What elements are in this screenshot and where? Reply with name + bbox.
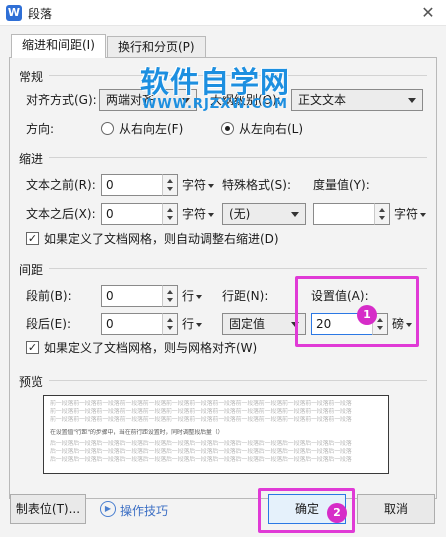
special-format-value: (无) bbox=[229, 207, 251, 221]
after-text-unit[interactable]: 字符 bbox=[182, 206, 215, 222]
chevron-down-icon bbox=[408, 98, 416, 103]
preview-prev-paragraph: 前一段落前一段落前一段落前一段落前一段落前一段落前一段落前一段落前一段落前一段落… bbox=[50, 416, 352, 423]
chevron-down-icon bbox=[291, 212, 299, 217]
measure-label: 度量值(Y): bbox=[313, 178, 370, 192]
unit-label: 字符 bbox=[182, 178, 207, 192]
special-format-select[interactable]: (无) bbox=[222, 203, 306, 225]
outline-level-value: 正文文本 bbox=[298, 93, 347, 107]
after-text-spinner[interactable] bbox=[162, 203, 178, 225]
close-button[interactable]: ✕ bbox=[418, 3, 438, 23]
measure-unit[interactable]: 字符 bbox=[394, 206, 427, 222]
line-spacing-select[interactable]: 固定值 bbox=[222, 313, 306, 335]
space-after-spinner[interactable] bbox=[162, 313, 178, 335]
arrow-up-icon[interactable] bbox=[167, 318, 173, 322]
after-text-label: 文本之后(X): bbox=[26, 207, 96, 221]
preview-box: 前一段落前一段落前一段落前一段落前一段落前一段落前一段落前一段落前一段落前一段落… bbox=[43, 395, 389, 474]
divider bbox=[19, 380, 427, 381]
space-before-label: 段前(B): bbox=[26, 289, 72, 303]
arrow-up-icon[interactable] bbox=[379, 208, 385, 212]
tips-link[interactable]: 操作技巧 bbox=[120, 502, 168, 519]
preview-next-paragraph: 后一段落后一段落后一段落后一段落后一段落后一段落后一段落后一段落后一段落后一段落… bbox=[50, 448, 352, 455]
general-section-title: 常规 bbox=[19, 68, 50, 85]
caret-down-icon bbox=[196, 322, 203, 327]
before-text-spinner[interactable] bbox=[162, 174, 178, 196]
preview-prev-paragraph: 前一段落前一段落前一段落前一段落前一段落前一段落前一段落前一段落前一段落前一段落… bbox=[50, 400, 352, 407]
caret-down-icon bbox=[196, 294, 203, 299]
direction-label: 方向: bbox=[26, 122, 55, 136]
arrow-down-icon[interactable] bbox=[379, 216, 385, 220]
arrow-down-icon[interactable] bbox=[167, 326, 173, 330]
caret-down-icon bbox=[420, 212, 427, 217]
preview-sample-text: 在设置值"行距"的步骤中，当在前行距设置时，同时调整段后量（） bbox=[50, 429, 224, 436]
before-text-label: 文本之前(R): bbox=[26, 178, 96, 192]
divider bbox=[19, 157, 427, 158]
tab-indent-spacing[interactable]: 缩进和间距(I) bbox=[11, 34, 106, 58]
divider bbox=[19, 268, 427, 269]
space-before-unit[interactable]: 行 bbox=[182, 288, 203, 304]
space-after-label: 段后(E): bbox=[26, 317, 71, 331]
spacing-grid-checkbox-label: 如果定义了文档网格，则与网格对齐(W) bbox=[44, 341, 258, 355]
tab-stops-button[interactable]: 制表位(T)... bbox=[10, 494, 86, 524]
indent-section-title: 缩进 bbox=[19, 150, 50, 167]
arrow-up-icon[interactable] bbox=[167, 179, 173, 183]
ltr-radio[interactable] bbox=[221, 122, 234, 135]
step-badge-2: 2 bbox=[327, 503, 347, 523]
window-title: 段落 bbox=[28, 7, 53, 21]
preview-next-paragraph: 后一段落后一段落后一段落后一段落后一段落后一段落后一段落后一段落后一段落后一段落… bbox=[50, 440, 352, 447]
caret-down-icon bbox=[208, 212, 215, 217]
rtl-label: 从右向左(F) bbox=[119, 122, 184, 136]
cancel-button[interactable]: 取消 bbox=[357, 494, 435, 524]
alignment-label: 对齐方式(G): bbox=[26, 93, 97, 107]
caret-down-icon bbox=[208, 183, 215, 188]
line-spacing-value: 固定值 bbox=[229, 317, 266, 331]
play-circle-icon[interactable]: ▶ bbox=[100, 501, 116, 517]
preview-prev-paragraph: 前一段落前一段落前一段落前一段落前一段落前一段落前一段落前一段落前一段落前一段落… bbox=[50, 408, 352, 415]
tab-line-page-breaks[interactable]: 换行和分页(P) bbox=[107, 36, 206, 58]
step-badge-1: 1 bbox=[357, 305, 377, 325]
spacing-grid-checkbox[interactable]: ✓ bbox=[26, 341, 39, 354]
outline-level-select[interactable]: 正文文本 bbox=[291, 89, 423, 111]
wps-writer-icon: W bbox=[6, 5, 22, 21]
watermark-url: WWW.RJZXW.COM bbox=[142, 97, 288, 112]
preview-next-paragraph: 后一段落后一段落后一段落后一段落后一段落后一段落后一段落后一段落后一段落后一段落… bbox=[50, 456, 352, 463]
unit-label: 行 bbox=[182, 289, 195, 303]
arrow-down-icon[interactable] bbox=[167, 187, 173, 191]
ltr-label: 从左向右(L) bbox=[239, 122, 304, 136]
rtl-radio[interactable] bbox=[101, 122, 114, 135]
title-bar: W 段落 ✕ bbox=[0, 0, 446, 26]
space-after-unit[interactable]: 行 bbox=[182, 316, 203, 332]
indent-grid-checkbox-label: 如果定义了文档网格，则自动调整右缩进(D) bbox=[44, 232, 279, 246]
watermark-title: 软件自学网 bbox=[140, 65, 291, 99]
unit-label: 字符 bbox=[182, 207, 207, 221]
special-format-label: 特殊格式(S): bbox=[222, 178, 292, 192]
space-before-input[interactable]: 0 bbox=[101, 285, 163, 307]
measure-input[interactable] bbox=[313, 203, 375, 225]
site-watermark: 软件自学网 WWW.RJZXW.COM bbox=[140, 66, 290, 112]
space-after-input[interactable]: 0 bbox=[101, 313, 163, 335]
arrow-up-icon[interactable] bbox=[167, 208, 173, 212]
space-before-spinner[interactable] bbox=[162, 285, 178, 307]
preview-section-title: 预览 bbox=[19, 373, 50, 390]
before-text-input[interactable]: 0 bbox=[101, 174, 163, 196]
measure-spinner[interactable] bbox=[374, 203, 390, 225]
after-text-input[interactable]: 0 bbox=[101, 203, 163, 225]
spacing-section-title: 间距 bbox=[19, 261, 50, 278]
unit-label: 行 bbox=[182, 317, 195, 331]
indent-grid-checkbox[interactable]: ✓ bbox=[26, 232, 39, 245]
before-text-unit[interactable]: 字符 bbox=[182, 177, 215, 193]
arrow-down-icon[interactable] bbox=[167, 298, 173, 302]
unit-label: 字符 bbox=[394, 207, 419, 221]
arrow-up-icon[interactable] bbox=[167, 290, 173, 294]
line-spacing-label: 行距(N): bbox=[222, 289, 269, 303]
arrow-down-icon[interactable] bbox=[167, 216, 173, 220]
